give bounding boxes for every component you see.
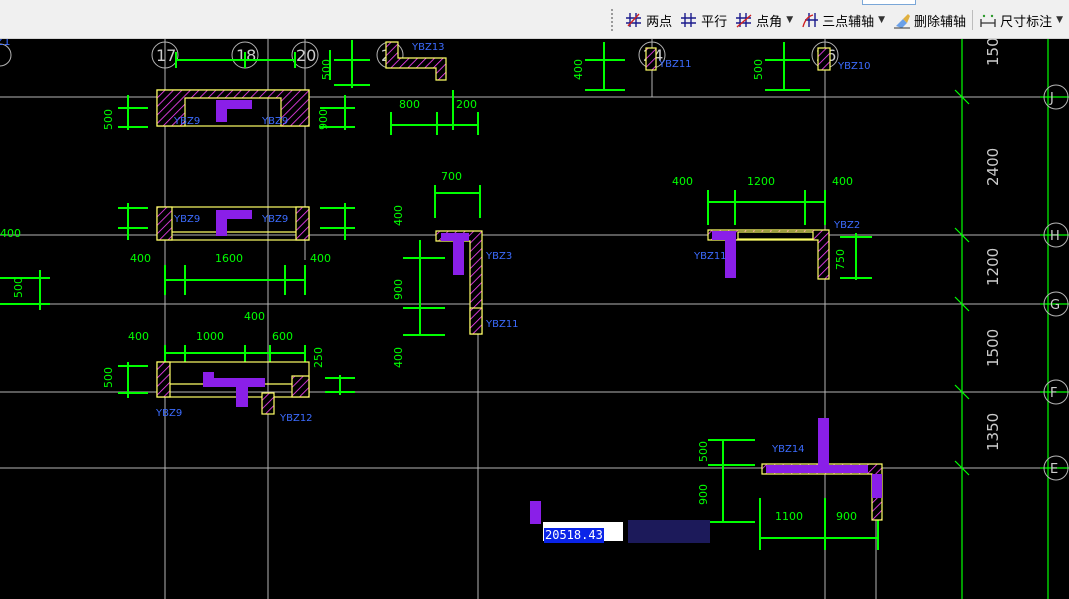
- right-dim-text: 1200: [984, 248, 1002, 286]
- right-dim-text: 150: [984, 39, 1002, 66]
- column-label: YBZ14: [771, 444, 805, 455]
- chevron-down-icon[interactable]: ▼: [1056, 15, 1063, 25]
- right-dim-text: 1500: [984, 329, 1002, 367]
- dim-text: 400: [130, 252, 151, 265]
- axis-bubble-label: F: [1050, 386, 1057, 401]
- right-dimension-texts: 150 2400 1200 1500 1350: [984, 39, 1002, 451]
- column-label: YBZ10: [837, 61, 871, 72]
- right-dimension-chain: [954, 39, 1069, 599]
- dimension-label: 尺寸标注: [1000, 14, 1053, 30]
- column-label: YBZ11: [485, 319, 519, 330]
- column-label: YBZ2: [833, 220, 860, 231]
- dim-text: 1100: [775, 510, 803, 523]
- dimension-lines: [0, 40, 879, 550]
- axis-bubble-label: 20: [296, 46, 316, 65]
- column-ybz11[interactable]: [469, 307, 483, 335]
- axis-bubble-label: J: [1049, 91, 1054, 106]
- dim-text: 600: [272, 330, 293, 343]
- column-label: YBZ9: [173, 214, 200, 225]
- dim-text: 500: [697, 441, 710, 462]
- dim-text: 900: [317, 109, 330, 130]
- column-label: YBZ3: [485, 251, 512, 262]
- column-ybz11[interactable]: [645, 47, 657, 71]
- column-ybz10[interactable]: [817, 47, 831, 71]
- three-point-axis-icon: [802, 13, 819, 28]
- chevron-down-icon[interactable]: ▼: [878, 15, 885, 25]
- two-point-axis-label: 两点: [646, 14, 673, 30]
- parallel-axis-icon: [681, 13, 697, 27]
- column-label: YBZ11: [658, 59, 692, 70]
- dim-text: 500: [320, 59, 333, 80]
- dim-text: 1000: [196, 330, 224, 343]
- axis-bubble-label: 18: [236, 46, 256, 65]
- dimension-button[interactable]: 尺寸标注 ▼: [975, 9, 1067, 31]
- dim-text: 400: [128, 330, 149, 343]
- coordinate-input-secondary[interactable]: [628, 520, 710, 543]
- column-label: YBZ12: [279, 413, 313, 424]
- dim-text: 1200: [747, 175, 775, 188]
- coordinate-input[interactable]: 20518.43: [543, 522, 623, 543]
- right-dim-text: 2400: [984, 148, 1002, 186]
- column-label: YBZ9: [155, 408, 182, 419]
- column-label: YBZ11: [693, 251, 727, 262]
- chevron-down-icon[interactable]: ▼: [786, 15, 793, 25]
- column-ybz12[interactable]: [261, 392, 275, 415]
- dim-text: 400: [310, 252, 331, 265]
- delete-axis-icon: [894, 14, 911, 29]
- column-label: YBZ9: [173, 116, 200, 127]
- two-point-axis-icon: [626, 13, 642, 27]
- column-label: YBZ9: [261, 116, 288, 127]
- delete-axis-button[interactable]: 删除辅轴: [889, 9, 970, 31]
- cursor-marker: [530, 501, 541, 524]
- dim-text: 400: [392, 347, 405, 368]
- parallel-axis-label: 平行: [701, 14, 728, 30]
- dim-text: 500: [102, 109, 115, 130]
- three-point-axis-label: 三点辅轴: [822, 14, 875, 30]
- parallel-axis-button[interactable]: 平行: [676, 9, 731, 31]
- dim-text: 250: [312, 347, 325, 368]
- toolbar: 两点 平行 点角 ▼ 三点辅轴 ▼ 删除辅轴 尺寸标注 ▼: [0, 0, 1069, 39]
- point-angle-axis-button[interactable]: 点角 ▼: [731, 9, 797, 31]
- dim-text: 400: [672, 175, 693, 188]
- dim-text: 400: [244, 310, 265, 323]
- three-point-axis-button[interactable]: 三点辅轴 ▼: [797, 9, 889, 31]
- two-point-axis-button[interactable]: 两点: [621, 9, 676, 31]
- dim-text: 400: [832, 175, 853, 188]
- dim-text: 500: [12, 277, 25, 298]
- toolbar-grip[interactable]: [609, 9, 616, 31]
- right-dim-text: 1350: [984, 413, 1002, 451]
- axis-bubble-label: E: [1050, 462, 1058, 477]
- dim-text: 900: [697, 484, 710, 505]
- dim-text: 200: [456, 98, 477, 111]
- axis-bubble-label: Z1: [0, 39, 11, 48]
- dim-text: 400: [0, 227, 21, 240]
- axis-bubble-label: G: [1050, 298, 1060, 313]
- dim-text: 900: [836, 510, 857, 523]
- coordinate-value[interactable]: 20518.43: [544, 528, 604, 543]
- axis-bubble-label: H: [1050, 229, 1060, 244]
- dim-text: 400: [392, 205, 405, 226]
- dim-text: 900: [392, 279, 405, 300]
- toolbar-tab-indicator: [862, 0, 916, 5]
- column-label: YBZ13: [411, 42, 445, 53]
- column-label: YBZ9: [261, 214, 288, 225]
- dim-text: 500: [102, 367, 115, 388]
- axis-bubble-label: 17: [156, 46, 176, 65]
- dim-text: 500: [752, 59, 765, 80]
- dim-text: 400: [572, 59, 585, 80]
- point-angle-axis-icon: [736, 13, 752, 28]
- dimension-icon: [980, 14, 996, 27]
- toolbar-separator: [972, 10, 974, 30]
- delete-axis-label: 删除辅轴: [914, 14, 967, 30]
- dim-text: 750: [834, 249, 847, 270]
- point-angle-axis-label: 点角: [756, 14, 783, 30]
- dim-text: 700: [441, 170, 462, 183]
- dim-text: 800: [399, 98, 420, 111]
- dim-text: 1600: [215, 252, 243, 265]
